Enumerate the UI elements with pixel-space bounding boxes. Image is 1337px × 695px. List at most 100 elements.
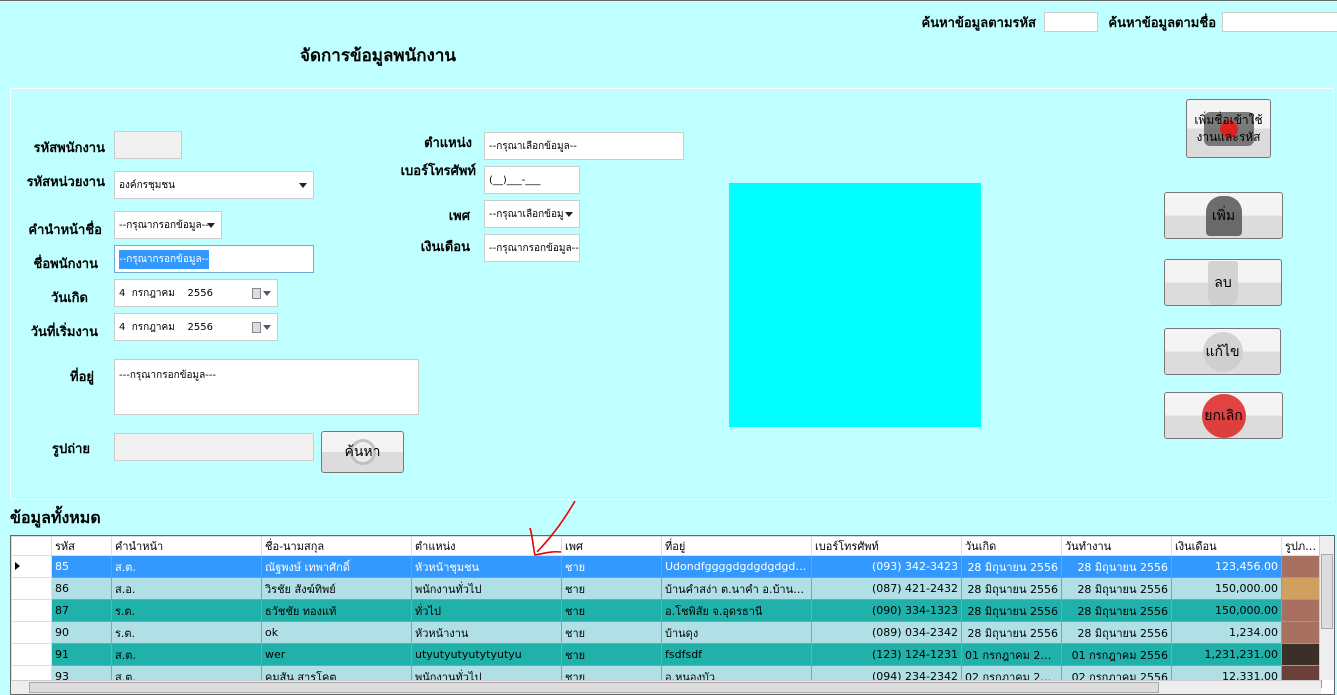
prefix-select[interactable]: --กรุณากรอกข้อมูล-- [114,211,222,239]
table-cell[interactable]: พนักงานทั่วไป [411,577,562,600]
table-row[interactable]: 85 ส.ต. ณัฐพงษ์ เทพาศักดิ์ หัวหน้าชุมชน ชาย U… [11,555,1322,578]
table-cell[interactable]: ส.อ. [111,577,262,600]
table-row[interactable]: 86 ส.อ. วิรชัย สังฆ์ทิพย์ พนักงานทั่วไป ชายบ… [11,577,1322,600]
address-textarea[interactable]: ---กรุณากรอกข้อมูล--- [114,359,419,415]
calendar-icon[interactable] [252,321,261,333]
search-by-name-input[interactable] [1222,12,1337,32]
column-header[interactable]: เบอร์โทรศัพท์ [811,536,962,556]
table-cell[interactable]: ส.ต. [111,555,262,578]
horizontal-scrollbar[interactable] [11,680,1321,694]
table-cell[interactable]: ธวัชชัย ทองแท้ [261,599,412,622]
search-by-id-input[interactable] [1044,12,1098,32]
calendar-icon[interactable] [252,287,261,299]
table-cell[interactable]: บ้านดุง [661,621,812,644]
table-cell[interactable]: Udondfggggdgdgdgdgdgdg [661,555,812,578]
table-row[interactable]: 91 ส.ต. wer utyutyutyutytyutyu ชาย fsdfsdf (12… [11,643,1322,666]
row-header[interactable] [11,555,52,578]
table-cell[interactable]: 150,000.00 [1171,577,1282,600]
edit-label: แก้ไข [1205,343,1240,360]
table-cell[interactable]: 28 มิถุนายน 2556 [961,577,1062,600]
birth-value: 4 กรกฎาคม 2556 [119,287,213,299]
column-header[interactable]: รหัส [51,536,112,556]
table-cell[interactable]: 150,000.00 [1171,599,1282,622]
column-header[interactable]: คำนำหน้า [111,536,262,556]
column-header[interactable]: ชื่อ-นามสกุล [261,536,412,556]
table-cell[interactable]: utyutyutyutytyutyu [411,643,562,666]
table-cell[interactable]: 28 มิถุนายน 2556 [1061,555,1172,578]
column-header[interactable]: วันทำงาน [1061,536,1172,556]
table-cell[interactable]: 28 มิถุนายน 2556 [961,621,1062,644]
table-cell[interactable]: 91 [51,643,112,666]
start-date-picker[interactable]: 4 กรกฎาคม 2556 [114,313,278,341]
table-cell[interactable]: ชาย [561,621,662,644]
table-cell[interactable]: 28 มิถุนายน 2556 [961,599,1062,622]
table-cell[interactable]: ชาย [561,599,662,622]
row-header[interactable] [11,621,52,644]
row-header[interactable] [11,577,52,600]
row-header[interactable] [11,643,52,666]
delete-button[interactable]: ลบ [1164,259,1282,306]
table-cell[interactable]: fsdfsdf [661,643,812,666]
address-label: ที่อยู่ [70,370,94,385]
table-cell[interactable]: 28 มิถุนายน 2556 [1061,599,1172,622]
table-cell[interactable]: 86 [51,577,112,600]
search-by-id-label: ค้นหาข้อมูลตามรหัส [921,16,1036,31]
table-cell[interactable]: 28 มิถุนายน 2556 [961,555,1062,578]
row-header[interactable] [11,599,52,622]
table-cell[interactable]: 123,456.00 [1171,555,1282,578]
table-cell[interactable]: 01 กรกฎาคม 2556 [961,643,1062,666]
table-cell[interactable]: ชาย [561,577,662,600]
table-cell[interactable]: (089) 034-2342 [811,621,962,644]
cancel-button[interactable]: ยกเลิก [1164,392,1283,439]
table-cell[interactable]: อ.โชพิสัย จ.อุดรธานี [661,599,812,622]
table-cell[interactable]: (123) 124-1231 [811,643,962,666]
dept-select[interactable]: องค์กรชุมชน [114,171,314,199]
edit-button[interactable]: แก้ไข [1164,328,1281,375]
add-login-button[interactable]: เพิ่มชื่อเข้าใช้งานและรหัส [1186,99,1271,158]
table-cell[interactable]: wer [261,643,412,666]
gender-select[interactable]: --กรุณาเลือกข้อมู [484,200,580,228]
table-cell[interactable]: 01 กรกฎาคม 2556 [1061,643,1172,666]
table-cell[interactable]: (090) 334-1323 [811,599,962,622]
table-cell[interactable]: ส.ต. [111,643,262,666]
table-cell[interactable]: ok [261,621,412,644]
table-cell[interactable]: 87 [51,599,112,622]
table-cell[interactable]: ทั่วไป [411,599,562,622]
column-header[interactable]: ที่อยู่ [661,536,812,556]
birth-date-picker[interactable]: 4 กรกฎาคม 2556 [114,279,278,307]
table-cell[interactable]: 90 [51,621,112,644]
table-cell[interactable]: 28 มิถุนายน 2556 [1061,577,1172,600]
vertical-scrollbar[interactable] [1319,536,1334,680]
chevron-down-icon [263,291,271,296]
name-input[interactable]: --กรุณากรอกข้อมูล-- [114,245,314,273]
table-cell[interactable]: 1,234.00 [1171,621,1282,644]
salary-input[interactable]: --กรุณากรอกข้อมูล-- [484,234,580,262]
position-select[interactable]: --กรุณาเลือกข้อมูล-- [484,132,684,160]
add-button[interactable]: เพิ่ม [1164,192,1283,239]
table-cell[interactable]: 28 มิถุนายน 2556 [1061,621,1172,644]
employee-grid[interactable]: รหัส คำนำหน้า ชื่อ-นามสกุล ตำแหน่ง เพศ ที่อยู… [10,535,1335,695]
table-cell[interactable]: ร.ต. [111,599,262,622]
table-cell[interactable]: (093) 342-3423 [811,555,962,578]
table-cell[interactable]: บ้านคำสง่า ต.นาคำ อ.บ้านดุง ... [661,577,812,600]
column-header[interactable]: เงินเดือน [1171,536,1282,556]
table-cell[interactable]: หัวหน้างาน [411,621,562,644]
browse-photo-button[interactable]: ค้นหา [321,431,404,473]
window-top-border [0,0,1337,1]
table-row[interactable]: 90 ร.ต. ok หัวหน้างาน ชาย บ้านดุง (089) 034-23… [11,621,1322,644]
table-cell[interactable]: ณัฐพงษ์ เทพาศักดิ์ [261,555,412,578]
column-header[interactable]: รูปภาพ [1281,536,1322,556]
photo-path-input[interactable] [114,433,314,461]
prefix-value: --กรุณากรอกข้อมูล-- [119,219,209,231]
emp-id-input[interactable] [114,131,182,159]
table-cell[interactable]: (087) 421-2432 [811,577,962,600]
table-cell[interactable]: วิรชัย สังฆ์ทิพย์ [261,577,412,600]
phone-input[interactable]: (__)___-___ [484,166,580,194]
table-cell[interactable]: ชาย [561,643,662,666]
table-cell[interactable]: ร.ต. [111,621,262,644]
column-header[interactable]: วันเกิด [961,536,1062,556]
table-cell[interactable]: 1,231,231.00 [1171,643,1282,666]
table-row[interactable]: 87 ร.ต. ธวัชชัย ทองแท้ ทั่วไป ชาย อ.โชพิสัย จ… [11,599,1322,622]
photo-thumbnail [1281,599,1322,622]
table-cell[interactable]: 85 [51,555,112,578]
